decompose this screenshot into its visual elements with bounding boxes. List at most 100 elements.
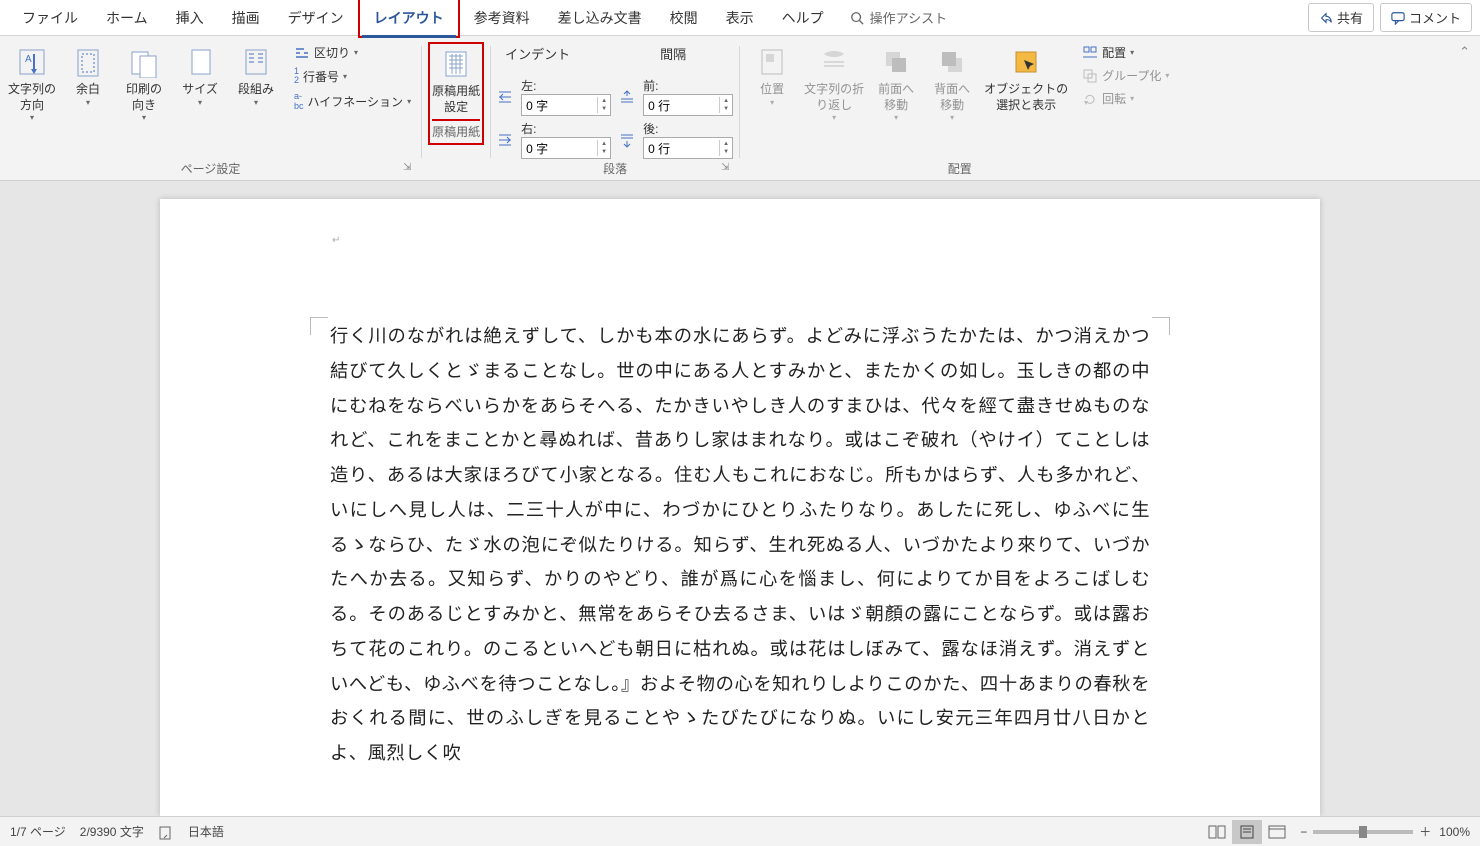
- align-button[interactable]: 配置 ▾: [1078, 42, 1173, 63]
- bring-forward-label: 前面へ移動: [878, 82, 914, 113]
- read-mode-button[interactable]: [1202, 820, 1232, 844]
- statusbar: 1/7 ページ 2/9390 文字 日本語 − ＋ 100%: [0, 816, 1480, 846]
- manuscript-group-label: 原稿用紙: [432, 119, 480, 143]
- rotate-button[interactable]: 回転 ▾: [1078, 88, 1173, 109]
- margins-button[interactable]: 余白 ▾: [62, 42, 114, 111]
- text-direction-button[interactable]: A 文字列の方向 ▾: [6, 42, 58, 126]
- orientation-label: 印刷の向き: [126, 82, 162, 113]
- zoom-slider[interactable]: − ＋: [1300, 823, 1431, 840]
- columns-button[interactable]: 段組み ▾: [230, 42, 282, 111]
- tab-layout[interactable]: レイアウト: [358, 0, 460, 38]
- document-page[interactable]: ↵ 行く川のながれは絶えずして、しかも本の水にあらず。よどみに浮ぶうたかたは、か…: [160, 199, 1320, 816]
- hyphenation-icon: a-bc: [294, 91, 304, 111]
- word-count[interactable]: 2/9390 文字: [80, 823, 144, 840]
- spin-down-icon[interactable]: ▼: [720, 105, 732, 113]
- page-count[interactable]: 1/7 ページ: [10, 823, 66, 840]
- page-setup-dialog-launcher[interactable]: ⇲: [403, 162, 417, 176]
- chevron-down-icon: ▾: [1130, 48, 1134, 57]
- language-status[interactable]: 日本語: [188, 823, 224, 840]
- tab-review[interactable]: 校閲: [656, 0, 712, 36]
- manuscript-settings-button[interactable]: 原稿用紙設定 原稿用紙: [428, 42, 484, 145]
- page-setup-group-label: ページ設定: [6, 160, 415, 180]
- line-numbers-icon: 12: [294, 67, 299, 85]
- tab-help[interactable]: ヘルプ: [768, 0, 838, 36]
- chevron-down-icon: ▾: [894, 113, 898, 122]
- margins-icon: [72, 46, 104, 78]
- indent-right-spinner[interactable]: ▲▼: [521, 137, 611, 159]
- indent-left-label: 左:: [521, 79, 536, 93]
- tab-file[interactable]: ファイル: [8, 0, 92, 36]
- group-button[interactable]: グループ化 ▾: [1078, 65, 1173, 86]
- ribbon: A 文字列の方向 ▾ 余白 ▾ 印刷の向き ▾ サイズ ▾: [0, 36, 1480, 181]
- tab-mailings[interactable]: 差し込み文書: [544, 0, 656, 36]
- spacing-before-icon: [619, 89, 635, 105]
- tell-me-label: 操作アシスト: [870, 8, 947, 27]
- selection-pane-button[interactable]: オブジェクトの選択と表示: [982, 42, 1070, 117]
- web-layout-button[interactable]: [1262, 820, 1292, 844]
- columns-icon: [240, 46, 272, 78]
- spin-up-icon[interactable]: ▲: [598, 140, 610, 148]
- spin-up-icon[interactable]: ▲: [720, 140, 732, 148]
- search-icon: [850, 11, 864, 25]
- hyphenation-button[interactable]: a-bc ハイフネーション ▾: [290, 89, 415, 113]
- spin-up-icon[interactable]: ▲: [720, 97, 732, 105]
- spacing-before-input[interactable]: [644, 98, 704, 112]
- tab-design[interactable]: デザイン: [274, 0, 358, 36]
- print-layout-button[interactable]: [1232, 820, 1262, 844]
- chevron-down-icon: ▾: [30, 113, 34, 122]
- indent-left-icon: [497, 89, 513, 105]
- wrap-text-label: 文字列の折り返し: [804, 82, 864, 113]
- share-button[interactable]: 共有: [1308, 3, 1374, 32]
- orientation-button[interactable]: 印刷の向き ▾: [118, 42, 170, 126]
- spin-down-icon[interactable]: ▼: [720, 148, 732, 156]
- zoom-level[interactable]: 100%: [1439, 825, 1470, 839]
- tell-me[interactable]: 操作アシスト: [838, 8, 959, 27]
- position-button[interactable]: 位置 ▾: [746, 42, 798, 111]
- orientation-icon: [128, 46, 160, 78]
- chevron-down-icon: ▾: [142, 113, 146, 122]
- spin-up-icon[interactable]: ▲: [598, 97, 610, 105]
- spacing-after-label: 後:: [643, 122, 658, 136]
- proofing-icon[interactable]: [158, 824, 174, 840]
- spacing-before-spinner[interactable]: ▲▼: [643, 94, 733, 116]
- comments-button[interactable]: コメント: [1380, 3, 1472, 32]
- breaks-icon: [294, 45, 310, 61]
- chevron-down-icon: ▾: [832, 113, 836, 122]
- spin-down-icon[interactable]: ▼: [598, 148, 610, 156]
- selection-pane-label: オブジェクトの選択と表示: [984, 82, 1068, 113]
- indent-right-input[interactable]: [522, 141, 582, 155]
- indent-left-spinner[interactable]: ▲▼: [521, 94, 611, 116]
- size-icon: [184, 46, 216, 78]
- zoom-track[interactable]: [1313, 830, 1413, 834]
- size-button[interactable]: サイズ ▾: [174, 42, 226, 111]
- tab-insert[interactable]: 挿入: [162, 0, 218, 36]
- tab-home[interactable]: ホーム: [92, 0, 162, 36]
- tab-view[interactable]: 表示: [712, 0, 768, 36]
- indent-left-input[interactable]: [522, 98, 582, 112]
- spacing-after-spinner[interactable]: ▲▼: [643, 137, 733, 159]
- margins-label: 余白: [76, 82, 100, 98]
- manuscript-icon: [440, 48, 472, 80]
- indent-right-icon: [497, 132, 513, 148]
- wrap-text-button[interactable]: 文字列の折り返し ▾: [802, 42, 866, 126]
- document-body-text[interactable]: 行く川のながれは絶えずして、しかも本の水にあらず。よどみに浮ぶうたかたは、かつ消…: [330, 319, 1150, 771]
- chevron-down-icon: ▾: [950, 113, 954, 122]
- zoom-in-button[interactable]: ＋: [1419, 823, 1431, 840]
- rotate-icon: [1082, 91, 1098, 107]
- breaks-button[interactable]: 区切り ▾: [290, 42, 415, 63]
- columns-label: 段組み: [238, 82, 274, 98]
- send-backward-button[interactable]: 背面へ移動 ▾: [926, 42, 978, 126]
- collapse-ribbon-icon[interactable]: ⌃: [1459, 44, 1470, 59]
- zoom-thumb[interactable]: [1359, 826, 1367, 838]
- spin-down-icon[interactable]: ▼: [598, 105, 610, 113]
- tab-draw[interactable]: 描画: [218, 0, 274, 36]
- wrap-text-icon: [818, 46, 850, 78]
- send-backward-label: 背面へ移動: [934, 82, 970, 113]
- spacing-after-input[interactable]: [644, 141, 704, 155]
- zoom-out-button[interactable]: −: [1300, 825, 1307, 839]
- paragraph-dialog-launcher[interactable]: ⇲: [721, 162, 735, 176]
- tab-references[interactable]: 参考資料: [460, 0, 544, 36]
- line-numbers-button[interactable]: 12 行番号 ▾: [290, 65, 415, 87]
- group-icon: [1082, 68, 1098, 84]
- bring-forward-button[interactable]: 前面へ移動 ▾: [870, 42, 922, 126]
